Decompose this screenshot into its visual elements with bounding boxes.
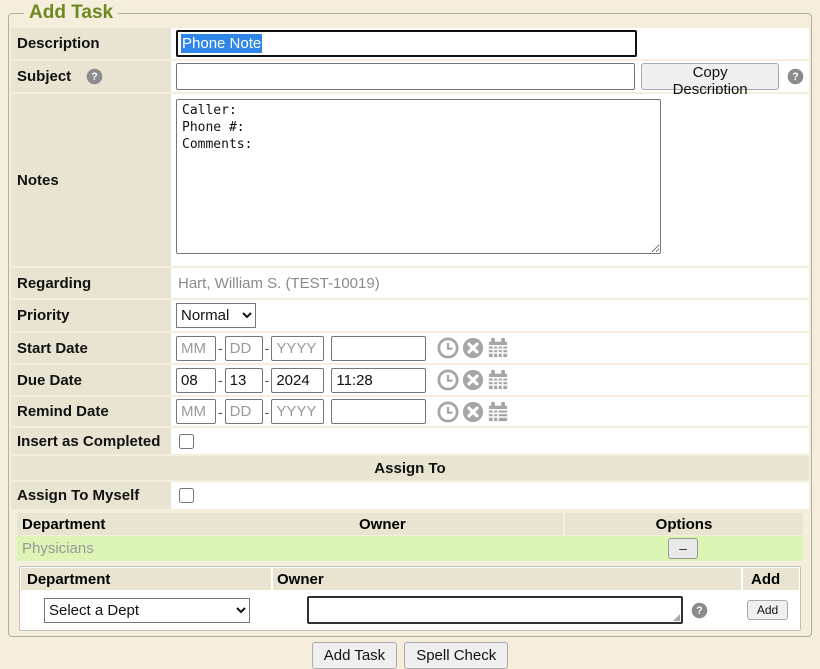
remind-date-clock-icon[interactable] (437, 401, 459, 423)
start-date-calendar-icon[interactable] (487, 337, 509, 359)
add-table-department-header: Department (21, 568, 271, 590)
remind-date-calendar-icon[interactable] (487, 401, 509, 423)
date-separator: - (265, 340, 270, 356)
assigned-department-row: Physicians – (17, 536, 803, 561)
owner-input[interactable] (307, 596, 683, 624)
notes-label: Notes (17, 172, 59, 189)
description-label: Description (17, 35, 100, 52)
subject-row: Subject ? Copy Description ? (11, 61, 809, 92)
add-task-button[interactable]: Add Task (312, 642, 397, 669)
add-task-fieldset: Add Task Description Phone Note Subject … (8, 2, 812, 637)
remind-date-row: Remind Date - - (11, 397, 809, 426)
svg-text:?: ? (696, 605, 702, 617)
footer-actions: Add Task Spell Check (8, 642, 812, 669)
priority-label: Priority (17, 307, 70, 324)
priority-select[interactable]: Normal (176, 303, 256, 328)
due-date-day-input[interactable] (225, 368, 263, 393)
copy-description-help-icon[interactable]: ? (787, 68, 804, 85)
add-assignment-button[interactable]: Add (747, 600, 788, 620)
notes-row: Notes (11, 94, 809, 266)
assign-to-myself-row: Assign To Myself (11, 482, 809, 509)
description-input[interactable]: Phone Note (176, 30, 637, 57)
assign-to-section-header: Assign To (11, 456, 809, 480)
page-title: Add Task (24, 2, 118, 24)
due-date-label: Due Date (17, 372, 82, 389)
regarding-value: Hart, William S. (TEST-10019) (176, 275, 380, 292)
date-separator: - (218, 340, 223, 356)
due-date-month-input[interactable] (176, 368, 216, 393)
remind-date-month-input[interactable] (176, 399, 216, 424)
insert-as-completed-checkbox[interactable] (179, 434, 194, 449)
remind-date-label: Remind Date (17, 403, 109, 420)
date-separator: - (218, 404, 223, 420)
spell-check-button[interactable]: Spell Check (404, 642, 508, 669)
start-date-time-input[interactable] (331, 336, 426, 361)
assigned-departments-table: Department Owner Options Physicians – (17, 513, 803, 561)
start-date-clear-icon[interactable] (462, 337, 484, 359)
date-separator: - (265, 372, 270, 388)
remind-date-year-input[interactable] (271, 399, 324, 424)
assigned-table-department-header: Department (17, 513, 357, 535)
start-date-row: Start Date - - (11, 333, 809, 363)
add-table-add-header: Add (743, 568, 799, 590)
assign-to-myself-checkbox[interactable] (179, 488, 194, 503)
subject-label: Subject (17, 68, 71, 85)
insert-as-completed-row: Insert as Completed (11, 428, 809, 454)
start-date-month-input[interactable] (176, 336, 216, 361)
add-task-page: Add Task Description Phone Note Subject … (0, 0, 820, 669)
priority-row: Priority Normal (11, 300, 809, 331)
remove-assignment-button[interactable]: – (668, 538, 698, 559)
add-table-owner-header: Owner (273, 568, 741, 590)
start-date-year-input[interactable] (271, 336, 324, 361)
insert-as-completed-label: Insert as Completed (17, 433, 160, 450)
start-date-day-input[interactable] (225, 336, 263, 361)
owner-help-icon[interactable]: ? (691, 602, 708, 619)
assigned-table-options-header: Options (565, 513, 803, 535)
due-date-calendar-icon[interactable] (487, 369, 509, 391)
start-date-clock-icon[interactable] (437, 337, 459, 359)
date-separator: - (265, 404, 270, 420)
resize-grip-icon (673, 614, 680, 621)
due-date-year-input[interactable] (271, 368, 324, 393)
description-selected-text: Phone Note (181, 34, 262, 53)
due-date-clear-icon[interactable] (462, 369, 484, 391)
due-date-row: Due Date - - (11, 365, 809, 395)
start-date-label: Start Date (17, 340, 88, 357)
assign-to-myself-label: Assign To Myself (17, 487, 139, 504)
due-date-clock-icon[interactable] (437, 369, 459, 391)
regarding-row: Regarding Hart, William S. (TEST-10019) (11, 268, 809, 298)
remind-date-time-input[interactable] (331, 399, 426, 424)
date-separator: - (218, 372, 223, 388)
description-row: Description Phone Note (11, 28, 809, 59)
subject-help-icon[interactable]: ? (86, 68, 103, 85)
svg-text:?: ? (91, 71, 97, 83)
due-date-time-input[interactable] (331, 368, 426, 393)
svg-text:?: ? (792, 71, 798, 83)
remind-date-day-input[interactable] (225, 399, 263, 424)
regarding-label: Regarding (17, 275, 91, 292)
copy-description-button[interactable]: Copy Description (641, 63, 779, 90)
department-select[interactable]: Select a Dept (44, 598, 250, 623)
add-assignment-table: Department Owner Add Select a Dept ? Add (19, 566, 801, 631)
remind-date-clear-icon[interactable] (462, 401, 484, 423)
assigned-table-owner-header: Owner (357, 513, 563, 535)
assigned-department-name: Physicians (17, 540, 563, 557)
subject-input[interactable] (176, 63, 635, 90)
notes-textarea[interactable] (176, 99, 661, 254)
